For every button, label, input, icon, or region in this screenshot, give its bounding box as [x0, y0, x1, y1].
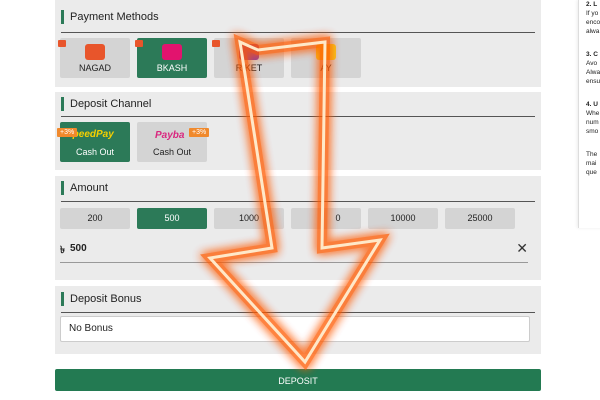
payment-methods-section: Payment Methods NAGAD BKASH R KET AY	[55, 0, 541, 87]
amount-option-200[interactable]: 200	[60, 208, 130, 229]
deposit-channel-section: Deposit Channel SpeedPay Cash Out +3% Pa…	[55, 92, 541, 170]
payment-methods-title: Payment Methods	[61, 10, 159, 24]
amount-option-10000[interactable]: 10000	[368, 208, 438, 229]
nagad-logo-icon	[85, 44, 105, 60]
amount-value: 500	[70, 243, 87, 254]
divider	[61, 32, 535, 33]
deposit-bonus-title: Deposit Bonus	[61, 292, 142, 306]
info-line	[579, 136, 600, 150]
payba-logo: Payba	[155, 130, 185, 141]
divider	[61, 116, 535, 117]
info-card: 2. L If yo enco alwa 3. C Avo Alwa ensu …	[578, 0, 600, 228]
bonus-percent-badge: +3%	[57, 128, 78, 137]
bkash-logo-icon	[162, 44, 182, 60]
info-line: num	[586, 119, 599, 126]
payment-method-label: BKASH	[156, 63, 188, 73]
deposit-channel-title: Deposit Channel	[61, 97, 151, 111]
info-line: ensu	[586, 78, 600, 85]
bonus-select[interactable]: No Bonus	[60, 316, 530, 342]
chat-badge-icon	[135, 40, 143, 47]
payment-method-bkash[interactable]: BKASH	[137, 38, 207, 78]
info-line: Whe	[586, 110, 600, 117]
info-line: que	[586, 169, 597, 176]
info-line: mai	[586, 160, 597, 167]
info-line: Avo	[586, 60, 598, 67]
chat-badge-icon	[212, 40, 220, 47]
currency-symbol: ৳	[60, 245, 65, 256]
amount-option-5000[interactable]: 0	[291, 208, 361, 229]
channel-option-label: Cash Out	[152, 147, 192, 157]
amount-input[interactable]: ৳ 500 ✕	[60, 236, 528, 263]
deposit-bonus-section: Deposit Bonus No Bonus	[55, 286, 541, 354]
amount-option-25000[interactable]: 25000	[445, 208, 515, 229]
amount-title: Amount	[61, 181, 108, 195]
payment-method-nagad[interactable]: NAGAD	[60, 38, 130, 78]
amount-option-1000[interactable]: 1000	[214, 208, 284, 229]
bonus-percent-badge: +3%	[189, 128, 210, 137]
clear-icon[interactable]: ✕	[516, 240, 528, 257]
payment-method-label: AY	[320, 63, 332, 73]
amount-option-500[interactable]: 500	[137, 208, 207, 229]
upay-logo-icon	[316, 44, 336, 60]
channel-option-label: Cash Out	[75, 147, 115, 157]
payment-method-label: NAGAD	[78, 63, 111, 73]
payment-method-label: R KET	[235, 63, 263, 73]
divider	[61, 312, 535, 313]
bonus-select-value: No Bonus	[69, 323, 113, 334]
info-line: The	[586, 151, 598, 158]
divider	[61, 201, 535, 202]
info-line: Alwa	[586, 69, 600, 76]
amount-option-label: 0	[335, 213, 341, 223]
info-line: smo	[586, 128, 599, 135]
info-line: 2. L	[586, 1, 598, 8]
info-line	[579, 36, 600, 50]
chat-badge-icon	[58, 40, 66, 47]
deposit-button[interactable]: DEPOSIT	[55, 369, 541, 391]
info-line: enco	[586, 19, 600, 26]
info-line: 4. U	[586, 101, 598, 108]
info-line	[579, 86, 600, 100]
payment-method-upay[interactable]: AY	[291, 38, 361, 78]
rocket-logo-icon	[239, 44, 259, 60]
info-line: If yo	[586, 10, 599, 17]
info-line: 3. C	[586, 51, 598, 58]
info-line: alwa	[586, 28, 600, 35]
payment-method-rocket[interactable]: R KET	[214, 38, 284, 78]
